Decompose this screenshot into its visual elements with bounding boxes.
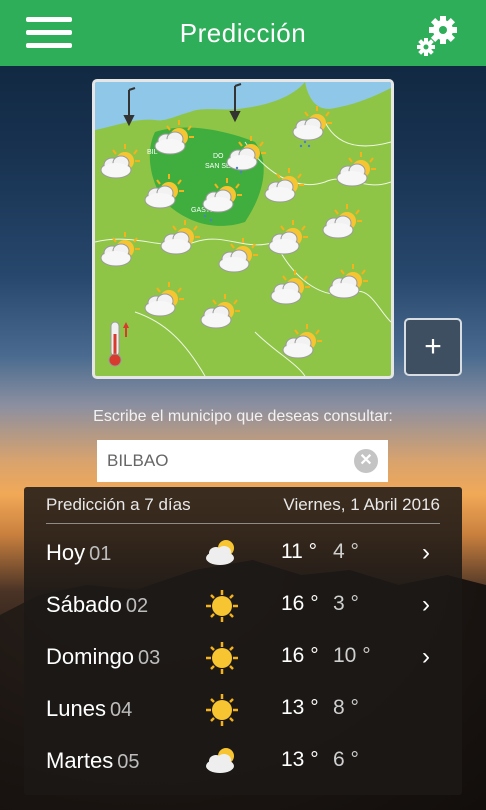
max-temp: 13 °	[281, 696, 319, 719]
sun-icon	[206, 694, 238, 726]
forecast-row-domingo[interactable]: Domingo 03 16 ° 10 ° ›	[24, 632, 462, 684]
forecast-date: Viernes, 1 Abril 2016	[283, 495, 440, 514]
forecast-row-hoy[interactable]: Hoy 01 11 ° 4 ° ›	[24, 528, 462, 580]
seven-day-forecast-panel: Predicción a 7 días Viernes, 1 Abril 201…	[24, 487, 462, 795]
sun-icon	[206, 642, 238, 674]
min-temp: 8 °	[333, 696, 359, 719]
clear-search-button[interactable]: ✕	[354, 449, 378, 473]
municipality-input[interactable]	[107, 451, 347, 471]
max-temp: 11 °	[281, 540, 318, 563]
search-label: Escribe el municipo que deseas consultar…	[93, 408, 393, 425]
forecast-row-martes: Martes 05 13 ° 6 °	[24, 736, 462, 788]
day-label: Sábado 02	[46, 592, 149, 617]
day-label: Hoy 01	[46, 540, 112, 565]
menu-button[interactable]	[26, 17, 72, 53]
cloud-sun-icon	[206, 540, 234, 565]
cloud-sun-icon	[206, 748, 234, 773]
forecast-header: Predicción a 7 días Viernes, 1 Abril 201…	[46, 487, 440, 524]
close-icon: ✕	[359, 452, 373, 469]
chevron-right-icon[interactable]: ›	[422, 643, 430, 671]
page-title: Predicción	[179, 17, 307, 48]
chevron-right-icon[interactable]: ›	[422, 591, 430, 619]
top-app-bar: Predicción	[0, 0, 486, 66]
min-temp: 10 °	[333, 644, 371, 667]
max-temp: 13 °	[281, 748, 319, 771]
sun-icon	[206, 590, 238, 622]
max-temp: 16 °	[281, 592, 319, 615]
map-graphic: BIL DO SAN SEB GASTE	[95, 82, 391, 376]
svg-text:DO: DO	[213, 153, 224, 160]
forecast-title: Predicción a 7 días	[46, 495, 191, 514]
gears-icon	[417, 16, 457, 56]
max-temp: 16 °	[281, 644, 319, 667]
svg-text:BIL: BIL	[147, 149, 158, 156]
expand-map-button[interactable]: +	[404, 318, 462, 376]
municipality-search-field: ✕	[97, 440, 388, 482]
day-label: Lunes 04	[46, 696, 133, 721]
settings-button[interactable]	[416, 14, 460, 58]
min-temp: 3 °	[333, 592, 359, 615]
hamburger-menu-icon	[26, 17, 72, 22]
min-temp: 4 °	[333, 540, 359, 563]
day-label: Domingo 03	[46, 644, 161, 669]
forecast-row-lunes: Lunes 04 13 ° 8 °	[24, 684, 462, 736]
thermometer-icon	[108, 321, 129, 367]
weather-map[interactable]: BIL DO SAN SEB GASTE	[92, 79, 394, 379]
day-label: Martes 05	[46, 748, 140, 773]
chevron-right-icon[interactable]: ›	[422, 539, 430, 567]
forecast-row-sabado[interactable]: Sábado 02 16 ° 3 ° ›	[24, 580, 462, 632]
min-temp: 6 °	[333, 748, 359, 771]
